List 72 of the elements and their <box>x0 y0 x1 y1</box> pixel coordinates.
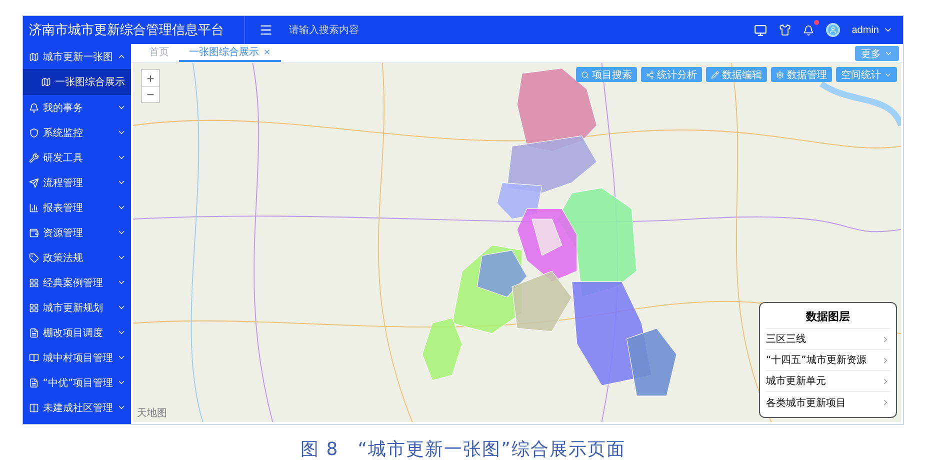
sidebar-item[interactable]: 系统监控 <box>23 120 131 145</box>
chevron-icon <box>881 376 890 386</box>
document-icon <box>29 378 39 388</box>
sidebar-item[interactable]: 未建成社区管理 <box>23 395 131 420</box>
menu-icon <box>259 23 273 37</box>
map-icon <box>29 52 39 62</box>
chevron-icon <box>117 203 126 212</box>
wallet-icon <box>29 228 39 238</box>
chevron-icon <box>117 103 126 112</box>
share-icon <box>646 70 654 78</box>
tag-icon <box>29 252 39 262</box>
chevron-icon <box>117 228 126 237</box>
search-icon <box>581 70 589 78</box>
layer-label: 城市更新单元 <box>766 374 826 388</box>
sidebar-item[interactable]: 流程管理 <box>23 170 131 195</box>
chevron-icon <box>117 253 126 262</box>
chevron-icon <box>117 303 126 312</box>
chevron-icon <box>881 334 890 344</box>
sidebar-item[interactable]: 经典案例管理 <box>23 270 131 295</box>
shirt-icon[interactable] <box>778 24 791 36</box>
sidebar-item[interactable]: 我的事务 <box>23 95 131 120</box>
sidebar-item[interactable]: 资源管理 <box>23 220 131 245</box>
bar-chart-icon <box>29 202 39 212</box>
layer-item[interactable]: 三区三线 <box>766 329 890 350</box>
sidebar-item[interactable]: 研发工具 <box>23 145 131 170</box>
layer-label: “十四五”城市更新资源 <box>766 354 866 367</box>
columns-icon <box>29 402 39 412</box>
panel-title: 数据图层 <box>766 307 890 329</box>
chevron-icon <box>117 128 126 137</box>
chevron-icon <box>117 378 126 387</box>
layer-item[interactable]: “十四五”城市更新资源 <box>766 350 890 371</box>
sidebar-item[interactable]: 城中村项目管理 <box>23 345 131 370</box>
document-icon <box>29 328 39 338</box>
search-field[interactable]: 请输入搜索内容 <box>287 24 467 36</box>
gear-icon <box>776 70 784 78</box>
sidebar-subitem[interactable]: 一张图综合展示 <box>23 69 131 95</box>
chevron-icon <box>881 398 890 407</box>
map-icon <box>41 77 51 87</box>
close-icon[interactable] <box>263 48 271 56</box>
layer-item[interactable]: 各类城市更新项目 <box>766 392 890 413</box>
layer-label: 三区三线 <box>766 332 806 346</box>
chevron-icon <box>117 353 126 362</box>
chevron-icon <box>117 278 126 287</box>
chevron-icon <box>117 178 126 187</box>
grid-icon <box>29 278 39 288</box>
user-menu-button[interactable]: admin <box>852 24 893 36</box>
grid-icon <box>29 302 39 312</box>
map-attribution: 天地图 <box>137 406 167 420</box>
chevron-icon <box>881 356 890 364</box>
layer-label: 各类城市更新项目 <box>766 396 846 410</box>
chevron-icon <box>117 52 126 61</box>
chevron-icon <box>884 49 893 58</box>
pencil-icon <box>711 70 719 78</box>
sidebar-item[interactable]: 城市更新一张图 <box>23 44 131 69</box>
chevron-icon <box>117 328 126 337</box>
book-icon <box>29 352 39 362</box>
sidebar-item[interactable]: 报表管理 <box>23 195 131 220</box>
notification-bell-icon[interactable] <box>802 24 814 36</box>
sidebar-item[interactable]: 政策法规 <box>23 245 131 270</box>
screen-icon[interactable] <box>754 24 767 36</box>
paper-plane-icon <box>29 178 39 188</box>
chevron-icon <box>117 403 126 412</box>
sidebar-item[interactable]: 城市更新规划 <box>23 295 131 320</box>
sidebar-item[interactable]: 棚改项目调度 <box>23 320 131 345</box>
figure-caption: 图 8 “城市更新一张图”综合展示页面 <box>300 438 626 461</box>
avatar-icon[interactable] <box>826 23 840 37</box>
layer-item[interactable]: 城市更新单元 <box>766 371 890 392</box>
chevron-icon <box>117 153 126 162</box>
shield-icon <box>29 128 39 138</box>
bell-icon <box>29 102 39 112</box>
wrench-icon <box>29 152 39 162</box>
sidebar-item[interactable]: “中优”项目管理 <box>23 370 131 395</box>
